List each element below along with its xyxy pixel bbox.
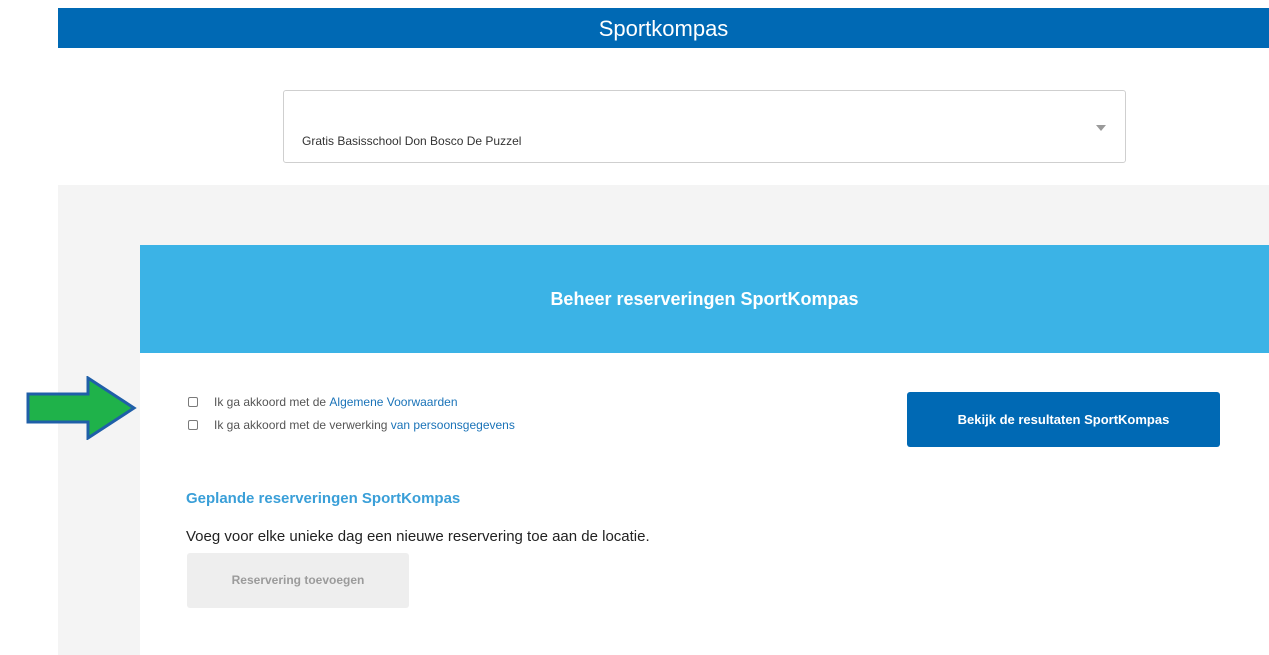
app-title: Sportkompas: [598, 16, 729, 41]
terms-checkbox[interactable]: [188, 397, 198, 407]
reservations-panel: Beheer reserveringen SportKompas Ik ga a…: [140, 245, 1269, 655]
panel-header: Beheer reserveringen SportKompas: [140, 245, 1269, 353]
privacy-label: Ik ga akkoord met de verwerking: [214, 418, 391, 432]
chevron-down-icon[interactable]: [1096, 125, 1106, 131]
terms-link[interactable]: Algemene Voorwaarden: [329, 395, 457, 409]
planned-reservations-title: Geplande reserveringen SportKompas: [186, 490, 461, 507]
school-select-value: Gratis Basisschool Don Bosco De Puzzel: [302, 134, 522, 148]
add-reservation-button[interactable]: Reservering toevoegen: [187, 553, 409, 608]
privacy-consent-row: Ik ga akkoord met de verwerking van pers…: [188, 417, 515, 433]
terms-label: Ik ga akkoord met de: [214, 395, 330, 409]
privacy-link[interactable]: van persoonsgegevens: [391, 418, 515, 432]
privacy-checkbox[interactable]: [188, 420, 198, 430]
school-select[interactable]: Gratis Basisschool Don Bosco De Puzzel: [283, 90, 1126, 163]
panel-title: Beheer reserveringen SportKompas: [550, 289, 859, 309]
terms-consent-row: Ik ga akkoord met de Algemene Voorwaarde…: [188, 394, 458, 410]
top-bar: Sportkompas: [58, 8, 1269, 48]
view-results-button[interactable]: Bekijk de resultaten SportKompas: [907, 392, 1220, 447]
annotation-arrow-icon: [26, 376, 137, 440]
planned-reservations-text: Voeg voor elke unieke dag een nieuwe res…: [186, 528, 650, 545]
